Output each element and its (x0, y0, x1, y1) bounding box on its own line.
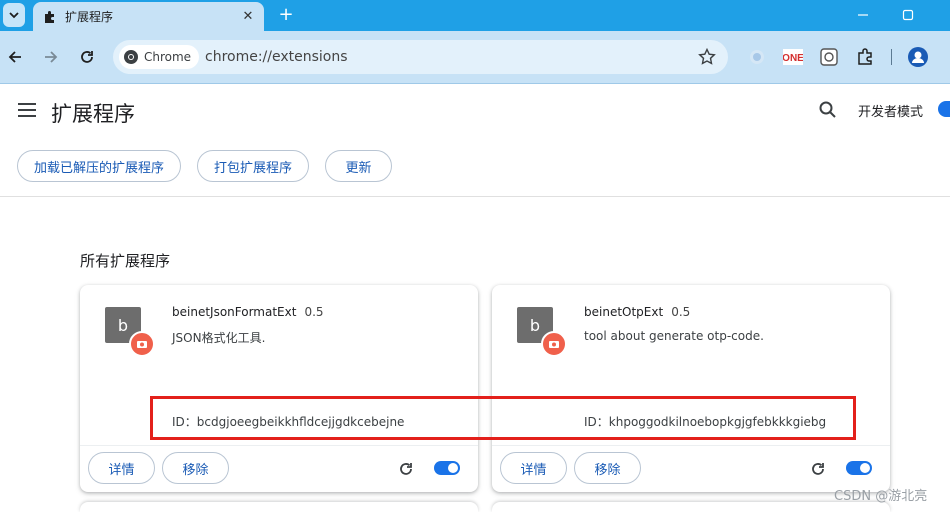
back-button[interactable] (4, 46, 26, 68)
section-title: 所有扩展程序 (80, 252, 171, 270)
load-unpacked-button[interactable]: 加载已解压的扩展程序 (17, 150, 181, 182)
toggle-knob (448, 463, 458, 473)
screenshot-icon[interactable] (819, 47, 839, 67)
arrow-left-icon (8, 51, 21, 63)
one-icon[interactable]: ONE (783, 47, 803, 67)
remove-button[interactable]: 移除 (162, 452, 229, 484)
tab-strip: 扩展程序 ✕ + (0, 0, 950, 31)
camera-badge-icon (129, 331, 155, 357)
details-button[interactable]: 详情 (88, 452, 155, 484)
extension-version: 0.5 (304, 305, 324, 319)
id-highlight-box (150, 396, 856, 440)
tab-search-button[interactable] (3, 3, 25, 27)
extension-description: JSON格式化工具. (172, 331, 266, 345)
url-text: chrome://extensions (205, 49, 348, 65)
update-button[interactable]: 更新 (325, 150, 392, 182)
toolbar-separator (891, 49, 892, 65)
chrome-icon (124, 50, 138, 64)
puzzle-icon[interactable] (855, 47, 875, 67)
reload-icon (81, 51, 93, 63)
extension-description: tool about generate otp-code. (584, 329, 764, 343)
developer-mode-toggle[interactable] (938, 101, 950, 117)
page-title: 扩展程序 (51, 102, 135, 126)
arrow-right-icon (45, 51, 58, 63)
pack-extension-button[interactable]: 打包扩展程序 (197, 150, 309, 182)
address-bar[interactable]: Chrome chrome://extensions (113, 40, 728, 74)
watermark: CSDN @游北亮 (834, 489, 928, 504)
page-header: 扩展程序 开发者模式 加载已解压的扩展程序 打包扩展程序 更新 (0, 84, 950, 197)
new-tab-button[interactable]: + (276, 4, 296, 26)
extension-enable-toggle[interactable] (434, 461, 460, 475)
extension-name: beinetOtpExt (584, 305, 664, 319)
circle-icon[interactable] (747, 47, 767, 67)
reload-button[interactable] (76, 46, 98, 68)
reload-extension-icon[interactable] (398, 461, 414, 477)
profile-icon[interactable] (908, 47, 928, 67)
search-icon[interactable] (818, 100, 838, 120)
camera-badge-icon (541, 331, 567, 357)
extension-card: b beinetOtpExt 0.5 tool about generate ot… (492, 285, 890, 492)
tab-extensions[interactable]: 扩展程序 ✕ (33, 2, 264, 31)
tab-title: 扩展程序 (65, 10, 114, 24)
details-button[interactable]: 详情 (500, 452, 567, 484)
developer-mode-label: 开发者模式 (858, 105, 924, 120)
maximize-button[interactable] (899, 7, 917, 23)
extension-card-partial (492, 502, 890, 512)
extension-version: 0.5 (671, 305, 691, 319)
puzzle-icon (42, 9, 58, 25)
card-divider (80, 445, 478, 446)
chip-label: Chrome (144, 50, 192, 64)
close-tab-icon[interactable]: ✕ (240, 8, 256, 24)
extension-card-partial (80, 502, 478, 512)
extension-name-line: beinetJsonFormatExt 0.5 (172, 305, 324, 319)
reload-extension-icon[interactable] (810, 461, 826, 477)
bookmark-star-icon[interactable] (698, 48, 716, 66)
extension-card: b beinetJsonFormatExt 0.5 JSON格式化工具. ID：b… (80, 285, 478, 492)
extension-name: beinetJsonFormatExt (172, 305, 297, 319)
hamburger-menu-icon[interactable] (18, 102, 38, 118)
minimize-button[interactable] (854, 7, 872, 23)
card-divider (492, 445, 890, 446)
site-info-chip[interactable]: Chrome (119, 45, 200, 69)
browser-toolbar: Chrome chrome://extensions ONE (0, 31, 950, 84)
remove-button[interactable]: 移除 (574, 452, 641, 484)
extension-enable-toggle[interactable] (846, 461, 872, 475)
minimize-icon (858, 14, 868, 16)
maximize-icon (902, 9, 914, 21)
toggle-knob (860, 463, 870, 473)
chevron-down-icon (9, 12, 19, 19)
extension-name-line: beinetOtpExt 0.5 (584, 305, 690, 319)
forward-button[interactable] (40, 46, 62, 68)
svg-text:ONE: ONE (783, 53, 803, 64)
